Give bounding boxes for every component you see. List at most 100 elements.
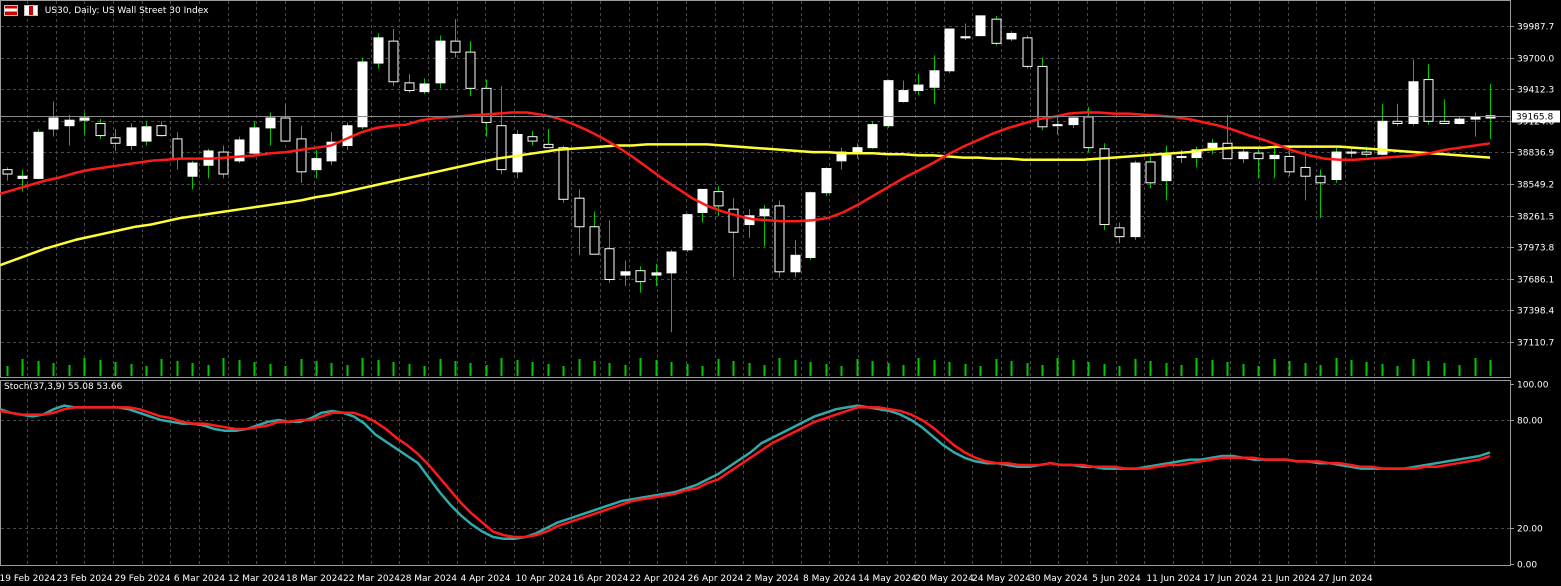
candle-body [682, 214, 693, 251]
stoch-main-line [0, 404, 1491, 541]
price-tick-label: 37973.8 [1517, 244, 1554, 254]
candle-body [450, 40, 461, 53]
candle-body [852, 147, 863, 153]
candle-body [1269, 154, 1280, 160]
candle-body [790, 254, 801, 273]
date-tick-label: 2 May 2024 [746, 574, 799, 584]
candle-body [48, 117, 59, 130]
candle-body [651, 272, 662, 276]
candle-body [805, 192, 816, 259]
candle-body [960, 36, 971, 39]
stoch-header: Stoch(37,3,9) 55.08 53.66 [4, 382, 122, 392]
date-tick-label: 22 Apr 2024 [630, 574, 686, 584]
candle-body [1006, 32, 1017, 40]
candlestick-icon [23, 5, 38, 16]
date-tick-label: 12 Mar 2024 [228, 574, 285, 584]
candle-body [79, 117, 90, 121]
stoch-tick-label: 100.00 [1517, 381, 1549, 391]
candle-body [1470, 116, 1481, 120]
candle-body [435, 40, 446, 84]
stoch-tick-label: 20.00 [1517, 525, 1543, 535]
date-tick-label: 5 Jun 2024 [1092, 574, 1141, 584]
candle-body [913, 84, 924, 92]
candle-body [1222, 142, 1233, 160]
candle-body [1114, 227, 1125, 238]
candle-body [126, 127, 137, 146]
candle-body [867, 124, 878, 149]
candle-body [929, 70, 940, 88]
candle-body [311, 158, 322, 171]
candle-body [1331, 151, 1342, 181]
candle-body [1439, 120, 1450, 125]
candle-body [821, 168, 832, 194]
candle-body [543, 143, 554, 149]
candle-body [713, 191, 724, 207]
date-tick-label: 6 Mar 2024 [174, 574, 226, 584]
candle-body [1161, 154, 1172, 182]
date-tick-label: 27 Jun 2024 [1318, 574, 1372, 584]
candle-body [404, 82, 415, 92]
candle-body [218, 151, 229, 175]
price-tick-label: 37398.4 [1517, 307, 1554, 317]
candle-body [172, 138, 183, 160]
candle-body [991, 18, 1002, 44]
date-tick-label: 20 May 2024 [915, 574, 974, 584]
date-tick-label: 11 Jun 2024 [1146, 574, 1200, 584]
stoch-pane-border [0, 380, 1511, 566]
candle-body [1361, 151, 1372, 155]
candle-body [1423, 79, 1434, 122]
candle-body [1083, 116, 1094, 149]
candle-body [1253, 152, 1264, 160]
candle-body [357, 61, 368, 128]
date-tick-label: 21 Jun 2024 [1261, 574, 1315, 584]
candle-body [141, 126, 152, 142]
candle-body [419, 83, 430, 93]
candle-body [388, 40, 399, 83]
date-tick-label: 23 Feb 2024 [56, 574, 112, 584]
date-tick-label: 17 Jun 2024 [1203, 574, 1257, 584]
candle-body [1238, 151, 1249, 160]
date-tick-label: 30 May 2024 [1029, 574, 1088, 584]
candle-body [110, 137, 121, 144]
candle-body [1454, 118, 1465, 125]
candle-body [2, 169, 13, 175]
candle-body [465, 51, 476, 89]
candle-body [33, 131, 44, 179]
candle-body [558, 147, 569, 200]
price-tick-label: 38549.2 [1517, 181, 1554, 191]
candle-body [512, 133, 523, 173]
date-tick-label: 8 May 2024 [803, 574, 856, 584]
candle-body [620, 271, 631, 276]
current-price-label: 39165.8 [1516, 113, 1553, 123]
candle-body [898, 90, 909, 103]
date-tick-label: 4 Apr 2024 [461, 574, 511, 584]
candle-body [944, 28, 955, 72]
stoch-tick-label: 0.00 [1517, 561, 1537, 571]
candle-body [95, 123, 106, 137]
date-tick-label: 26 Apr 2024 [688, 574, 744, 584]
candle-body [1052, 124, 1063, 127]
candle-body [666, 251, 677, 274]
symbol-title: US30, Daily: US Wall Street 30 Index [44, 6, 209, 16]
candle-body [187, 162, 198, 177]
price-tick-label: 37686.1 [1517, 276, 1554, 286]
candle-body [481, 87, 492, 123]
candle-body [17, 175, 28, 179]
stoch-tick-label: 80.00 [1517, 417, 1543, 427]
flag-icon [4, 5, 18, 16]
candle-body [156, 125, 167, 137]
candle-body [883, 80, 894, 127]
candle-body [496, 125, 507, 171]
price-tick-label: 38836.9 [1517, 149, 1554, 159]
date-tick-label: 22 Mar 2024 [343, 574, 400, 584]
date-tick-label: 10 Apr 2024 [516, 574, 572, 584]
candle-body [1408, 81, 1419, 125]
candle-body [1300, 166, 1311, 177]
candle-body [1207, 142, 1218, 149]
date-tick-label: 14 May 2024 [858, 574, 917, 584]
candle-body [604, 248, 615, 280]
candle-body [1130, 162, 1141, 238]
candle-body [774, 205, 785, 273]
candle-body [1392, 120, 1403, 125]
price-tick-label: 37110.7 [1517, 339, 1554, 349]
